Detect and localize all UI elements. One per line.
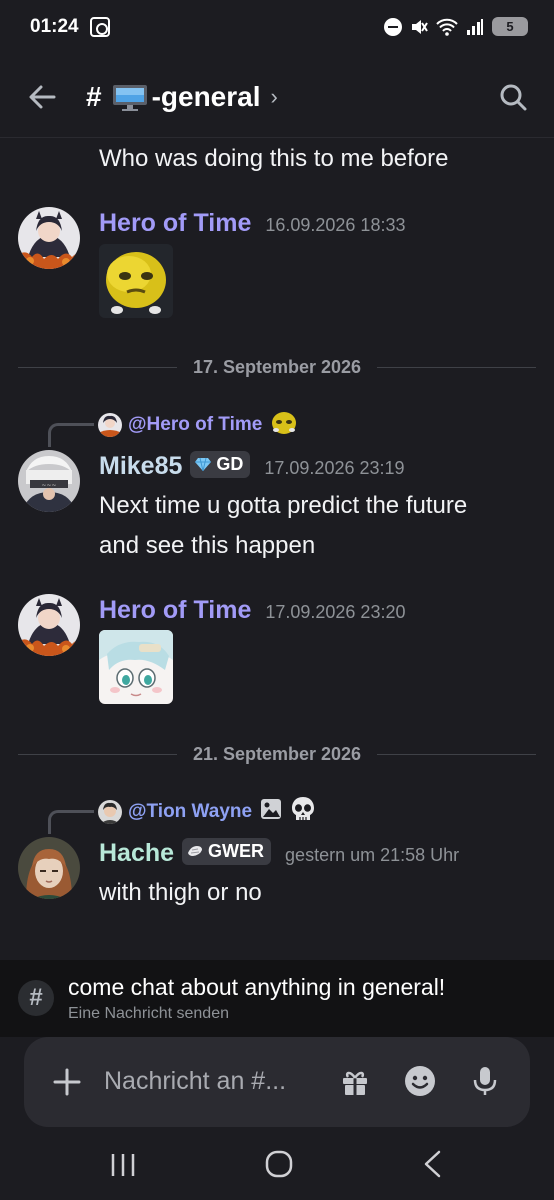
monitor-icon [112, 84, 148, 111]
divider-line [377, 753, 537, 755]
avatar[interactable] [18, 594, 80, 656]
message-text: Next time u gotta predict the future [99, 492, 468, 519]
author-name[interactable]: Hero of Time [99, 209, 251, 238]
recents-icon [111, 1154, 135, 1176]
discord-channel-screen: 01:24 5 # -general › Who was doing this … [0, 0, 554, 1200]
timestamp: 16.09.2026 18:33 [265, 215, 406, 235]
search-icon [500, 84, 527, 111]
message-text: with thigh or no [99, 879, 262, 906]
system-back-button[interactable] [420, 1149, 446, 1179]
status-time: 01:24 [30, 16, 79, 37]
reply-author: @Tion Wayne [128, 800, 253, 822]
home-icon [265, 1150, 293, 1178]
date-label: 21. September 2026 [192, 743, 362, 764]
svg-text:~~~: ~~~ [41, 482, 56, 489]
reply-connector [48, 810, 94, 834]
channel-title[interactable]: # -general › [86, 78, 278, 116]
avatar[interactable]: ~~~ [18, 450, 80, 512]
author-name[interactable]: Mike85 [99, 452, 182, 481]
date-divider: 21. September 2026 [18, 741, 537, 767]
reply-avatar [98, 799, 122, 824]
wifi-icon [436, 18, 458, 36]
mute-icon [410, 18, 428, 36]
emoji-button[interactable] [404, 1065, 436, 1097]
battery-icon: 5 [492, 17, 528, 36]
skull-icon [290, 796, 316, 827]
date-divider: 17. September 2026 [18, 354, 537, 380]
topic-subtitle: Eine Nachricht senden [68, 1005, 229, 1022]
reply-avatar [98, 412, 122, 437]
channel-hash: # [86, 81, 102, 112]
timestamp: gestern um 21:58 Uhr [285, 845, 460, 865]
guild-tag-label: GD [216, 453, 244, 474]
home-button[interactable] [264, 1149, 294, 1179]
author-name[interactable]: Hache [99, 839, 174, 868]
message-composer [24, 1037, 530, 1127]
divider-line [18, 366, 177, 368]
author-name[interactable]: Hero of Time [99, 596, 251, 625]
status-icons: 5 [384, 17, 528, 36]
sticker-image[interactable] [99, 244, 173, 318]
system-nav-bar [0, 1127, 554, 1200]
sticker-icon [270, 409, 298, 440]
back-button[interactable] [24, 78, 62, 116]
channel-hash-icon: # [18, 980, 54, 1016]
guild-tag[interactable]: GD [190, 450, 251, 478]
plus-icon [53, 1068, 81, 1096]
image-icon [260, 798, 282, 825]
avatar[interactable] [18, 207, 80, 269]
channel-topic-bar[interactable]: # come chat about anything in general! E… [0, 960, 554, 1037]
voice-message-button[interactable] [470, 1065, 500, 1097]
emoji-icon [405, 1066, 435, 1096]
channel-topic: come chat about anything in general! [68, 974, 446, 1000]
recent-apps-button[interactable] [108, 1151, 138, 1179]
guild-tag[interactable]: GWER [182, 837, 272, 865]
arrow-left-icon [29, 85, 56, 109]
message-text: Who was doing this to me before [99, 145, 449, 172]
reply-author: @Hero of Time [128, 413, 263, 435]
timestamp: 17.09.2026 23:19 [264, 458, 405, 478]
message-header: Hero of Time 16.09.2026 18:33 [99, 209, 405, 238]
gift-button[interactable] [340, 1067, 370, 1097]
reply-connector [48, 423, 94, 447]
divider-line [18, 753, 177, 755]
sticker-image[interactable] [99, 630, 173, 704]
message-header: Hero of Time 17.09.2026 23:20 [99, 596, 405, 625]
chevron-right-icon: › [270, 84, 278, 109]
search-button[interactable] [494, 78, 532, 116]
avatar[interactable] [18, 837, 80, 899]
divider-line [377, 366, 537, 368]
message-header: Hache GWER gestern um 21:58 Uhr [99, 837, 460, 868]
guild-tag-label: GWER [208, 840, 265, 861]
message-text: and see this happen [99, 532, 316, 559]
gift-icon [343, 1071, 367, 1095]
diamond-icon [195, 457, 212, 471]
status-bar: 01:24 5 [0, 0, 554, 56]
microphone-icon [473, 1067, 497, 1095]
back-chevron-icon [424, 1150, 441, 1178]
message-header: Mike85 GD 17.09.2026 23:19 [99, 450, 405, 481]
date-label: 17. September 2026 [192, 356, 362, 377]
channel-header: # -general › [0, 56, 554, 138]
message-list[interactable]: Who was doing this to me before Hero of … [0, 139, 554, 959]
add-attachment-button[interactable] [52, 1067, 82, 1097]
do-not-disturb-icon [384, 17, 402, 36]
signal-icon [466, 18, 484, 36]
timestamp: 17.09.2026 23:20 [265, 602, 406, 622]
screen-capture-icon [90, 17, 110, 37]
message-input[interactable] [104, 1063, 330, 1099]
tag-emblem-icon [188, 846, 203, 856]
channel-name: -general [151, 81, 261, 112]
